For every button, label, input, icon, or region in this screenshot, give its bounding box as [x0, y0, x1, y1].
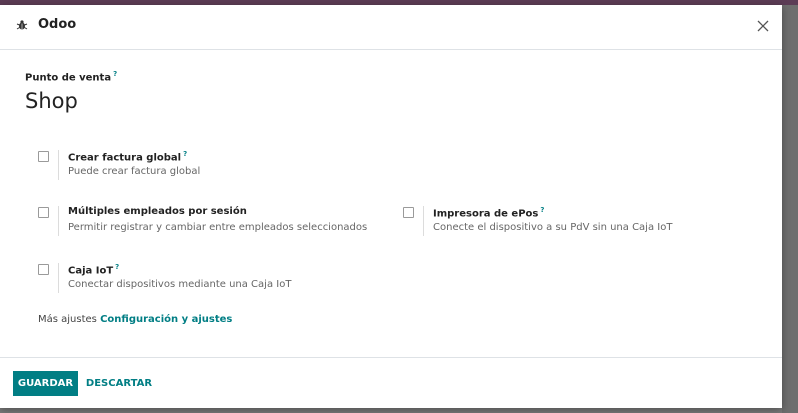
setting-title: Impresora de ePos? — [433, 206, 545, 220]
settings-link[interactable]: Configuración y ajustes — [100, 314, 232, 325]
dialog-title: Odoo — [38, 17, 77, 32]
setting-description: Permitir registrar y cambiar entre emple… — [68, 222, 368, 233]
setting-title: Múltiples empleados por sesión — [68, 206, 247, 217]
backdrop-scroll-area — [782, 5, 798, 413]
iot-box-checkbox[interactable] — [38, 264, 49, 275]
divider — [58, 150, 59, 180]
pos-label-text: Punto de venta — [25, 72, 112, 84]
dialog-header: Odoo — [0, 5, 782, 50]
pos-name: Shop — [25, 89, 78, 113]
epos-printer-checkbox[interactable] — [403, 207, 414, 218]
help-tooltip-icon[interactable]: ? — [113, 70, 117, 78]
setting-global-invoice: Crear factura global? Puede crear factur… — [38, 150, 378, 182]
dialog-footer: GUARDAR DESCARTAR — [0, 357, 782, 409]
more-settings: Más ajustes Configuración y ajustes — [38, 314, 232, 325]
setting-title: Crear factura global? — [68, 150, 188, 164]
multiple-employees-checkbox[interactable] — [38, 207, 49, 218]
pos-field-label: Punto de venta? — [25, 70, 117, 83]
more-settings-prefix: Más ajustes — [38, 314, 97, 325]
divider — [58, 206, 59, 236]
setting-iot-box: Caja IoT? Conectar dispositivos mediante… — [38, 263, 378, 295]
setting-multiple-employees: Múltiples empleados por sesión Permitir … — [38, 206, 378, 238]
help-tooltip-icon[interactable]: ? — [115, 263, 119, 271]
discard-button[interactable]: DESCARTAR — [84, 371, 154, 396]
divider — [58, 263, 59, 293]
help-tooltip-icon[interactable]: ? — [183, 150, 187, 158]
bug-icon — [16, 20, 28, 30]
setting-description: Conectar dispositivos mediante una Caja … — [68, 279, 292, 290]
global-invoice-checkbox[interactable] — [38, 151, 49, 162]
save-button[interactable]: GUARDAR — [13, 371, 78, 396]
settings-dialog: Odoo Punto de venta? Shop Crear factura … — [0, 5, 782, 408]
setting-description: Conecte el dispositivo a su PdV sin una … — [433, 222, 673, 233]
close-icon[interactable] — [756, 19, 770, 33]
setting-description: Puede crear factura global — [68, 166, 201, 177]
divider — [423, 206, 424, 236]
help-tooltip-icon[interactable]: ? — [540, 206, 544, 214]
setting-epos-printer: Impresora de ePos? Conecte el dispositiv… — [403, 206, 743, 238]
setting-title: Caja IoT? — [68, 263, 120, 277]
